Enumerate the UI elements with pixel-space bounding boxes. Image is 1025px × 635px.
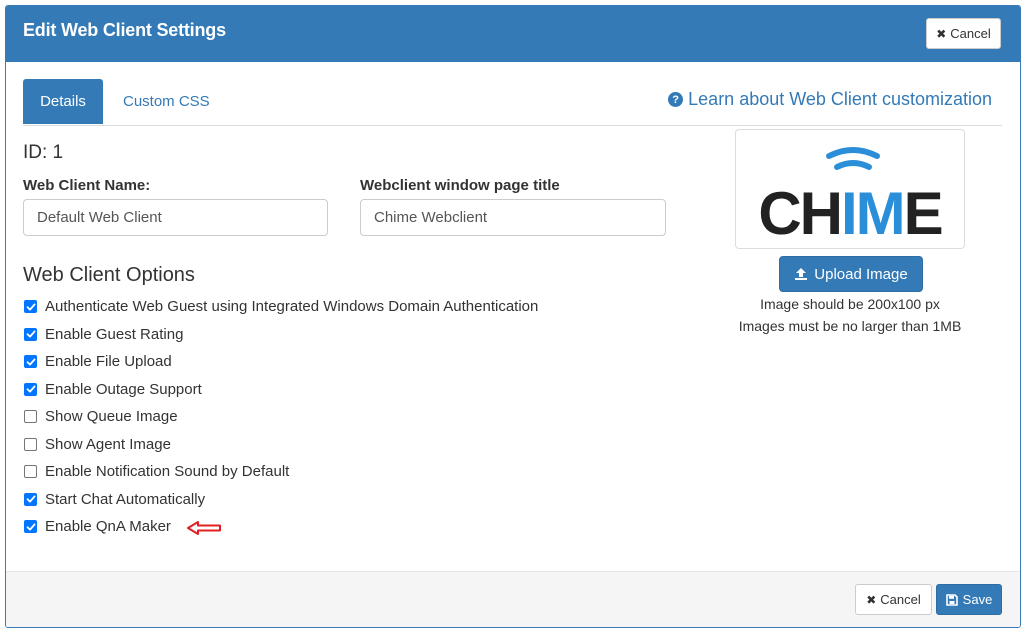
upload-label: Upload Image [814, 265, 908, 283]
options-heading: Web Client Options [23, 264, 195, 286]
modal-title: Edit Web Client Settings [23, 20, 226, 40]
edit-web-client-modal: Edit Web Client Settings ✖ Cancel Detail… [5, 5, 1021, 628]
tab-details[interactable]: Details [23, 79, 103, 124]
footer-cancel-label: Cancel [880, 592, 921, 607]
learn-customization-link[interactable]: ? Learn about Web Client customization [668, 89, 992, 110]
check-icon [26, 385, 35, 393]
option-checkbox[interactable] [24, 327, 37, 341]
logo-preview: CHIME [735, 129, 965, 249]
option-row[interactable]: Enable QnA Maker [24, 518, 171, 535]
client-id: ID: 1 [23, 142, 64, 163]
upload-icon [795, 268, 808, 280]
option-row[interactable]: Enable Notification Sound by Default [24, 463, 289, 480]
question-circle-icon: ? [668, 92, 684, 107]
close-icon: ✖ [936, 26, 947, 41]
option-label: Authenticate Web Guest using Integrated … [45, 298, 539, 315]
check-icon [26, 523, 35, 530]
web-client-name-label: Web Client Name: [23, 177, 151, 194]
option-checkbox[interactable] [24, 410, 37, 423]
tab-bar: Details Custom CSS ? Learn about Web Cli… [23, 79, 1002, 126]
web-client-name-input[interactable] [23, 199, 328, 236]
option-label: Show Agent Image [45, 435, 171, 453]
option-row[interactable]: Start Chat Automatically [24, 491, 205, 508]
header-cancel-label: Cancel [950, 26, 991, 41]
option-checkbox[interactable] [24, 382, 37, 396]
chime-logo: CHIME [758, 147, 944, 247]
image-size-hint: Image should be 200x100 px [760, 296, 940, 312]
option-label: Show Queue Image [45, 408, 178, 425]
option-label: Enable Outage Support [45, 380, 202, 398]
image-max-hint: Images must be no larger than 1MB [738, 318, 962, 334]
option-checkbox[interactable] [24, 492, 37, 506]
window-title-label: Webclient window page title [360, 177, 560, 194]
check-icon [26, 495, 35, 503]
modal-footer: ✖ Cancel Save [6, 571, 1020, 627]
close-icon: ✖ [866, 592, 877, 607]
option-checkbox[interactable] [24, 355, 37, 368]
option-row[interactable]: Enable Outage Support [24, 381, 202, 398]
floppy-disk-icon [945, 593, 958, 606]
footer-cancel-button[interactable]: ✖ Cancel [855, 584, 932, 615]
option-checkbox[interactable] [24, 465, 37, 478]
window-title-input[interactable] [360, 199, 666, 236]
option-checkbox[interactable] [24, 300, 37, 313]
option-checkbox[interactable] [24, 520, 37, 533]
learn-link-label: Learn about Web Client customization [688, 89, 992, 109]
option-label: Enable Notification Sound by Default [45, 463, 290, 480]
save-label: Save [962, 592, 993, 607]
header-cancel-button[interactable]: ✖ Cancel [926, 18, 1001, 49]
option-row[interactable]: Show Queue Image [24, 408, 178, 425]
option-row[interactable]: Show Agent Image [24, 436, 171, 453]
check-icon [26, 330, 35, 338]
tab-custom-css[interactable]: Custom CSS [123, 79, 210, 124]
check-icon [26, 303, 35, 310]
option-label: Enable File Upload [45, 353, 172, 370]
option-label: Start Chat Automatically [45, 490, 206, 508]
modal-header: Edit Web Client Settings ✖ Cancel [6, 6, 1020, 62]
option-row[interactable]: Authenticate Web Guest using Integrated … [24, 298, 538, 315]
annotation-arrow-icon [187, 521, 221, 535]
check-icon [26, 358, 35, 365]
option-checkbox[interactable] [24, 437, 37, 451]
option-row[interactable]: Enable File Upload [24, 353, 172, 370]
upload-image-button[interactable]: Upload Image [779, 256, 923, 292]
option-label: Enable Guest Rating [45, 325, 184, 343]
save-button[interactable]: Save [936, 584, 1002, 615]
option-row[interactable]: Enable Guest Rating [24, 326, 183, 343]
option-label: Enable QnA Maker [45, 518, 171, 535]
svg-text:CHIME: CHIME [758, 180, 941, 247]
